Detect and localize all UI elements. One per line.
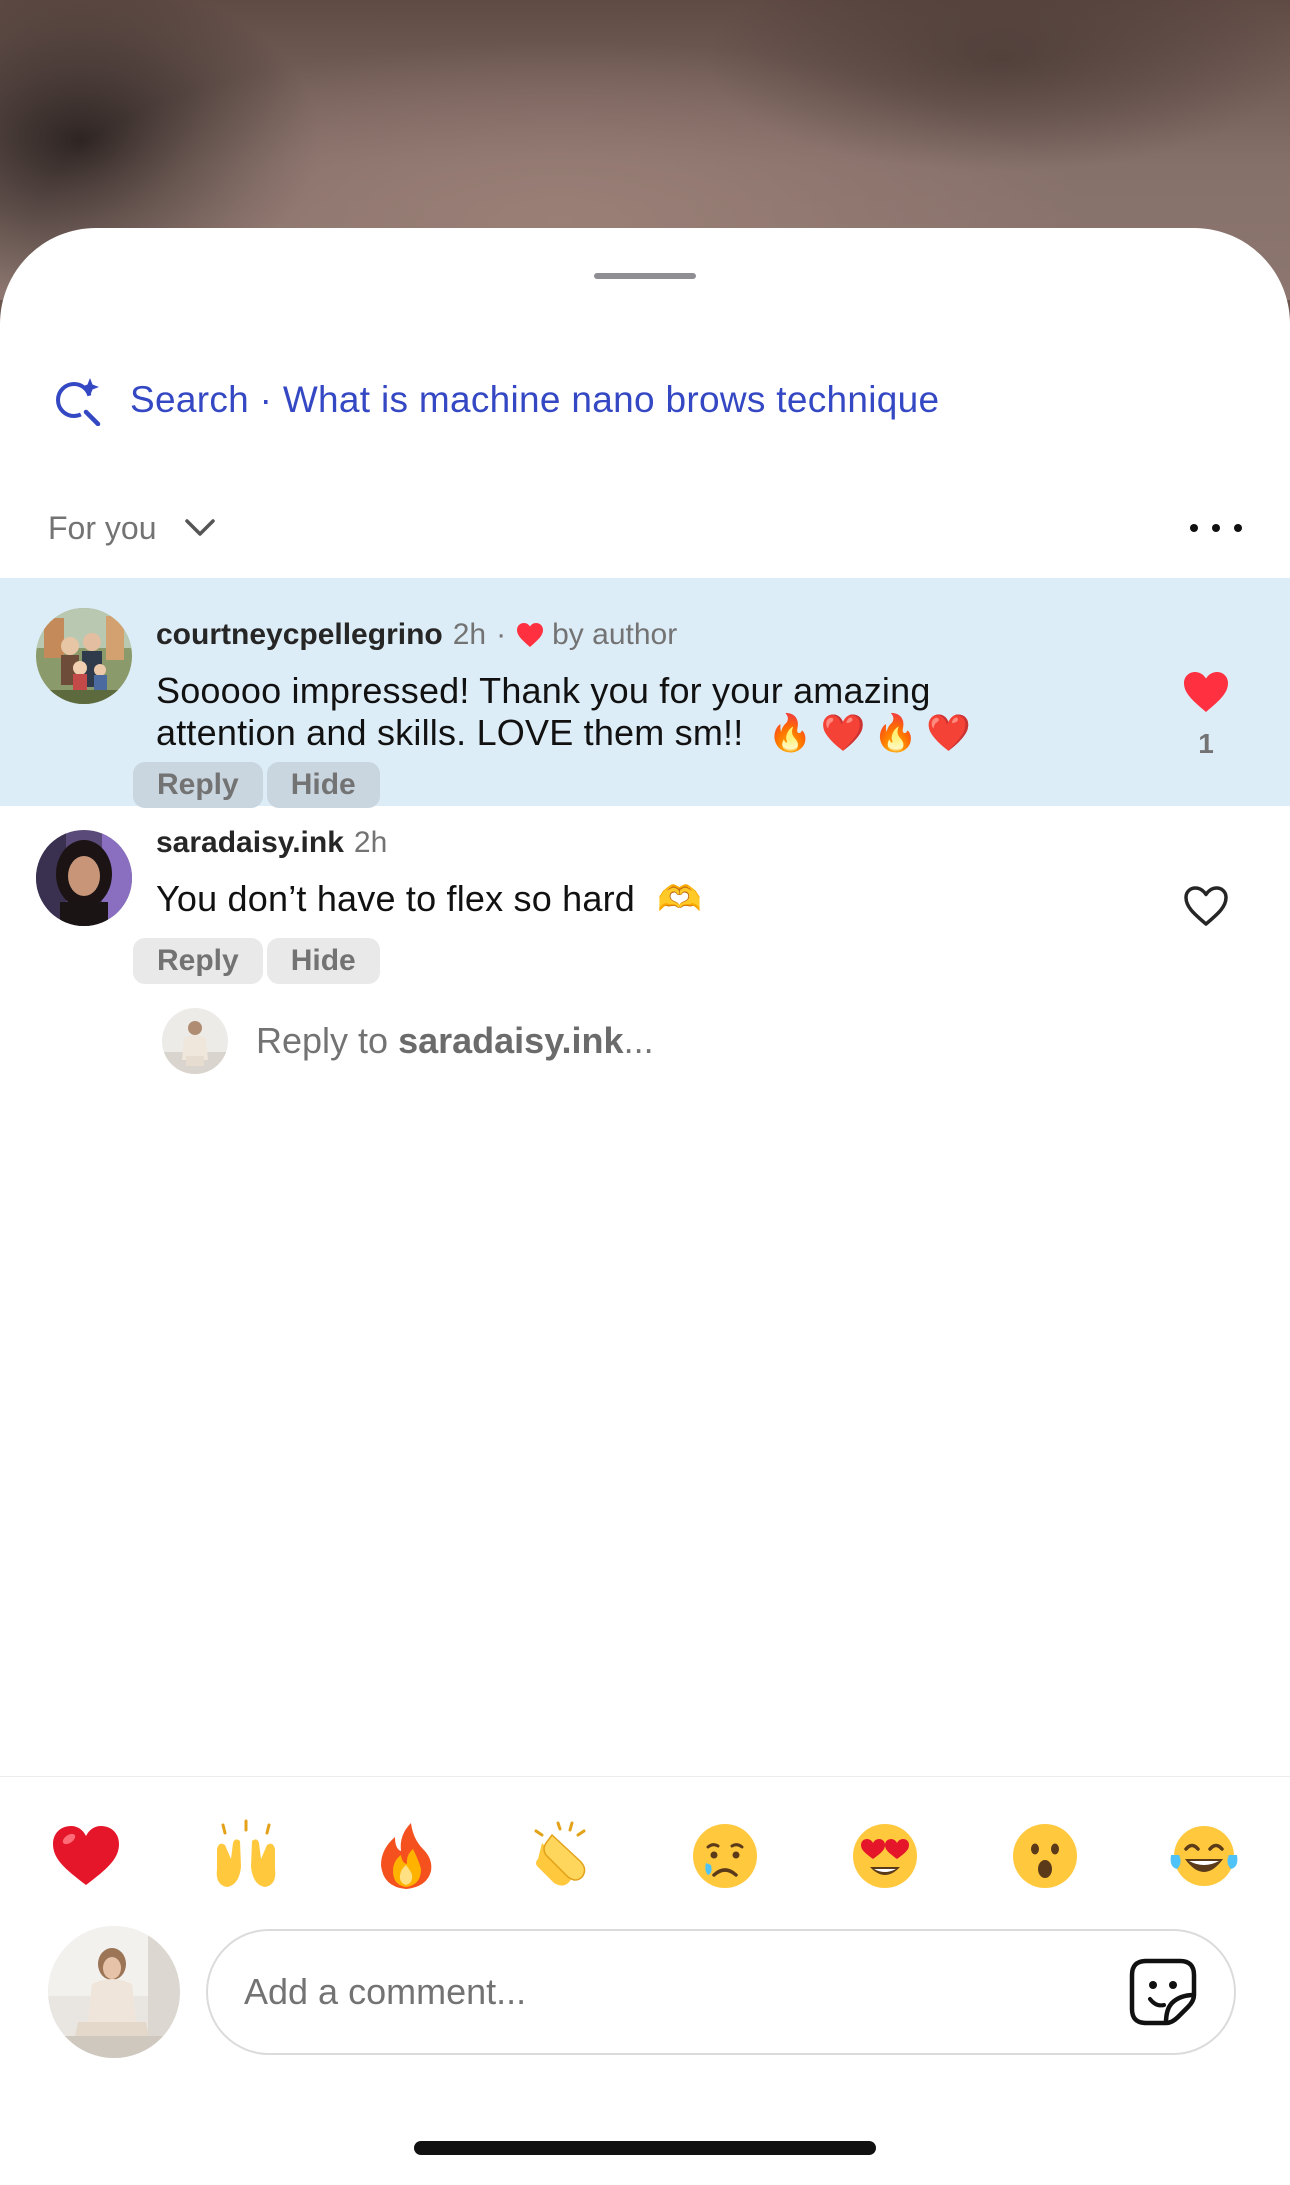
avatar[interactable] — [36, 608, 132, 704]
comment-username[interactable]: courtneycpellegrino — [156, 618, 443, 652]
comment-text: You don’t have to flex so hard 🫶 — [156, 878, 702, 921]
hide-button[interactable]: Hide — [266, 938, 380, 984]
reply-suffix: ... — [623, 1020, 654, 1061]
reply-button[interactable]: Reply — [133, 762, 263, 808]
comment-time: 2h — [353, 826, 388, 859]
search-suggestion-label: Search · What is machine nano brows tech… — [130, 379, 940, 420]
liked-by-author-label: by author — [552, 618, 678, 651]
search-suggestion[interactable]: Search · What is machine nano brows tech… — [52, 368, 939, 432]
react-fire-button[interactable] — [358, 1808, 454, 1904]
heart-filled-icon — [517, 623, 544, 647]
heart-eyes-face-icon — [853, 1824, 917, 1888]
react-clapping-button[interactable] — [517, 1808, 613, 1904]
comment-text-line: You don’t have to flex so hard — [156, 878, 636, 919]
dot — [1212, 524, 1220, 532]
dot — [1190, 524, 1198, 532]
meta-separator: · — [496, 618, 507, 651]
sort-bar: For you — [48, 498, 1242, 558]
comment-item: saradaisy.ink 2h You don’t have to flex … — [0, 806, 1290, 996]
reply-to-prompt[interactable]: Reply to saradaisy.ink... — [162, 1008, 654, 1074]
reply-button[interactable]: Reply — [133, 938, 263, 984]
reply-prefix: Reply to — [256, 1020, 399, 1061]
more-options-icon[interactable] — [1190, 518, 1242, 538]
sheet-grabber[interactable] — [594, 273, 696, 279]
comment-input-placeholder: Add a comment... — [244, 1971, 527, 2012]
comment-input[interactable]: Add a comment... — [206, 1929, 1236, 2055]
raising-hands-icon — [216, 1819, 276, 1887]
react-laughing-face-button[interactable] — [1156, 1808, 1252, 1904]
comment-composer: Add a comment... — [48, 1926, 1236, 2058]
tears-of-joy-face-icon — [1170, 1826, 1238, 1886]
comment-username[interactable]: saradaisy.ink — [156, 826, 344, 860]
sticker-icon[interactable] — [1128, 1957, 1198, 2027]
comment-actions: Reply Hide — [133, 938, 384, 984]
comments-sheet: Search · What is machine nano brows tech… — [0, 228, 1290, 2185]
footer-divider — [0, 1776, 1290, 1777]
react-raising-hands-button[interactable] — [198, 1808, 294, 1904]
heart-filled-icon[interactable] — [1182, 670, 1230, 714]
heart-outline-icon[interactable] — [1182, 884, 1230, 928]
sort-label: For you — [48, 509, 157, 546]
comment-like — [1178, 884, 1234, 928]
comment-time: 2h — [452, 618, 487, 651]
clapping-hands-icon — [534, 1821, 586, 1886]
crying-face-icon — [693, 1824, 757, 1888]
avatar[interactable] — [36, 830, 132, 926]
react-heart-button[interactable] — [38, 1808, 134, 1904]
ai-search-icon — [56, 378, 101, 426]
dot — [1234, 524, 1242, 532]
current-user-avatar[interactable] — [48, 1926, 180, 2058]
comment-text-line: attention and skills. LOVE them sm!! — [156, 712, 744, 753]
chevron-down-icon — [185, 519, 216, 536]
hide-button[interactable]: Hide — [266, 762, 380, 808]
sort-dropdown[interactable]: For you — [48, 510, 218, 547]
comment-text-line: Sooooo impressed! Thank you for your ama… — [156, 670, 931, 711]
reply-username: saradaisy.ink — [398, 1020, 624, 1061]
fire-icon — [381, 1823, 432, 1889]
comment-item: courtneycpellegrino 2h · by author Soooo… — [0, 578, 1290, 808]
avatar — [162, 1008, 228, 1074]
surprised-face-icon — [1013, 1824, 1077, 1888]
like-count: 1 — [1198, 728, 1214, 759]
comment-like: 1 — [1178, 670, 1234, 760]
red-heart-icon — [53, 1826, 119, 1885]
comment-emojis: 🔥❤️🔥❤️ — [767, 713, 979, 754]
reply-to-label: Reply to saradaisy.ink... — [256, 1020, 654, 1062]
react-crying-face-button[interactable] — [677, 1808, 773, 1904]
comment-meta: saradaisy.ink 2h — [156, 826, 387, 860]
comment-text: Sooooo impressed! Thank you for your ama… — [156, 670, 979, 755]
comment-meta: courtneycpellegrino 2h · by author — [156, 618, 677, 652]
comment-text-line-2: attention and skills. LOVE them sm!! 🔥❤️… — [156, 712, 979, 755]
comment-emojis: 🫶 — [657, 879, 703, 920]
home-indicator — [414, 2141, 876, 2155]
comment-actions: Reply Hide — [133, 762, 384, 808]
react-heart-eyes-button[interactable] — [837, 1808, 933, 1904]
react-surprised-face-button[interactable] — [997, 1808, 1093, 1904]
quick-reactions-bar — [0, 1808, 1290, 1904]
